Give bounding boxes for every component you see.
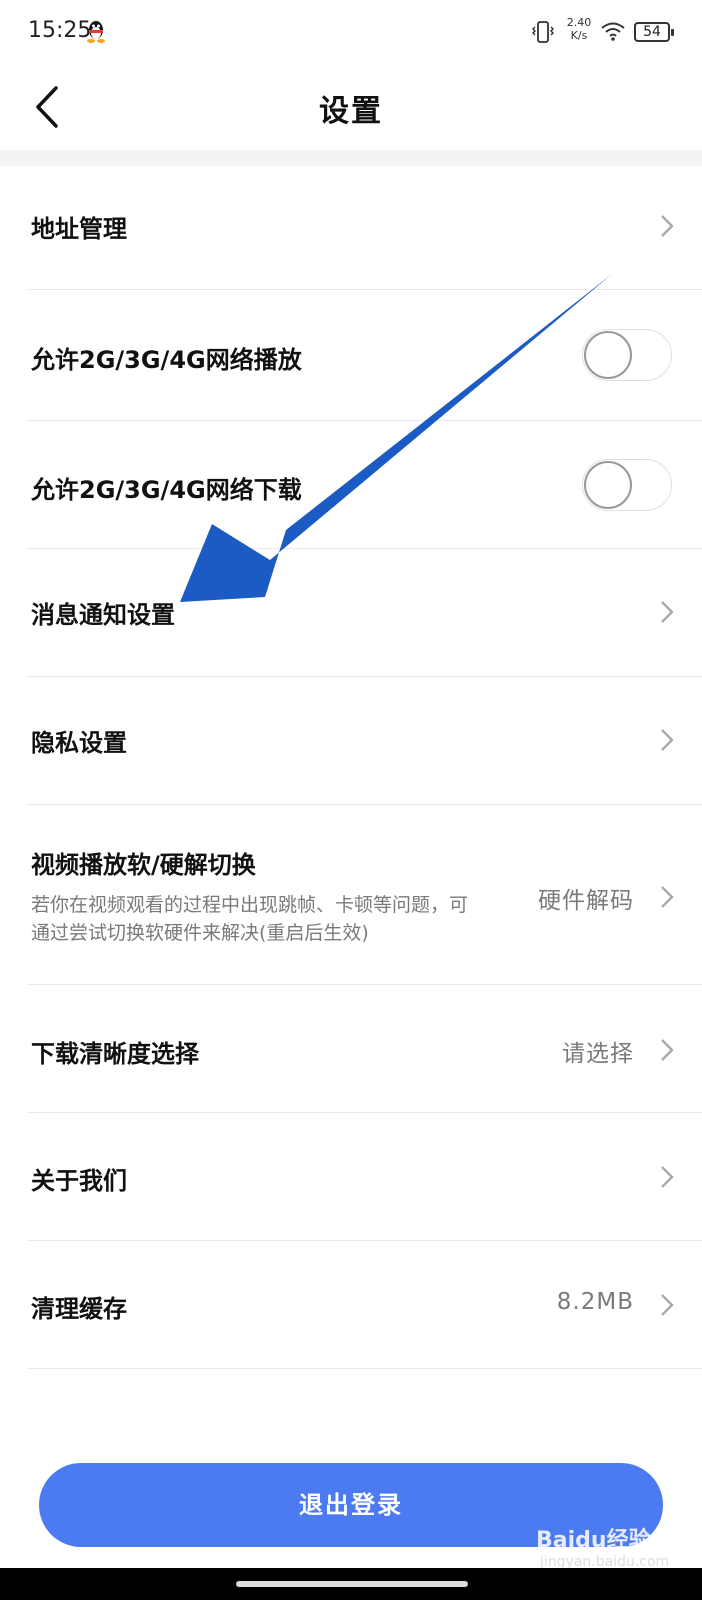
chevron-right-icon bbox=[661, 1166, 674, 1188]
privacy-settings-label: 隐私设置 bbox=[31, 729, 127, 757]
decode-mode-value: 硬件解码 bbox=[538, 888, 634, 914]
baidu-watermark-logo: Baidu经验 bbox=[536, 1528, 651, 1553]
status-bar: 15:25 2.40 K/s 54 bbox=[0, 0, 702, 64]
decode-switch-description: 若你在视频观看的过程中出现跳帧、卡顿等问题，可通过尝试切换软硬件来解决(重启后生… bbox=[31, 894, 469, 944]
chevron-right-icon bbox=[661, 1039, 674, 1061]
notification-settings-row[interactable]: 消息通知设置 bbox=[28, 549, 702, 677]
navigation-bar bbox=[0, 1568, 702, 1600]
network-speed-value: 2.40 bbox=[566, 16, 592, 29]
settings-list: 地址管理 允许2G/3G/4G网络播放 允许2G/3G/4G网络下载 消息通知设… bbox=[0, 166, 702, 1369]
mobile-network-download-label: 允许2G/3G/4G网络下载 bbox=[31, 476, 302, 504]
about-us-label: 关于我们 bbox=[31, 1167, 127, 1195]
clear-cache-row[interactable]: 清理缓存 8.2MB bbox=[28, 1241, 702, 1369]
status-time: 15:25 bbox=[28, 18, 92, 43]
header: 设置 bbox=[0, 64, 702, 150]
qq-penguin-icon bbox=[87, 21, 105, 43]
download-quality-row[interactable]: 下载清晰度选择 请选择 bbox=[28, 985, 702, 1113]
vibrate-icon bbox=[532, 21, 554, 43]
notification-settings-label: 消息通知设置 bbox=[31, 601, 175, 629]
decode-switch-row[interactable]: 视频播放软/硬解切换 若你在视频观看的过程中出现跳帧、卡顿等问题，可通过尝试切换… bbox=[28, 805, 702, 985]
toggle-knob bbox=[584, 331, 632, 379]
mobile-network-play-label: 允许2G/3G/4G网络播放 bbox=[31, 346, 302, 374]
privacy-settings-row[interactable]: 隐私设置 bbox=[28, 677, 702, 805]
page-title: 设置 bbox=[319, 94, 383, 129]
network-speed: 2.40 K/s bbox=[562, 16, 596, 42]
section-divider bbox=[0, 150, 702, 166]
chevron-right-icon bbox=[661, 1294, 674, 1316]
address-management-row[interactable]: 地址管理 bbox=[28, 166, 702, 290]
home-indicator[interactable] bbox=[236, 1581, 468, 1587]
mobile-network-play-row: 允许2G/3G/4G网络播放 bbox=[28, 290, 702, 421]
cache-size-value: 8.2MB bbox=[556, 1289, 634, 1315]
chevron-right-icon bbox=[661, 886, 674, 908]
mobile-network-download-row: 允许2G/3G/4G网络下载 bbox=[28, 421, 702, 549]
chevron-right-icon bbox=[661, 601, 674, 623]
download-quality-label: 下载清晰度选择 bbox=[31, 1040, 199, 1068]
toggle-knob bbox=[584, 461, 632, 509]
clear-cache-label: 清理缓存 bbox=[31, 1295, 127, 1323]
mobile-network-play-toggle[interactable] bbox=[582, 329, 672, 381]
chevron-right-icon bbox=[661, 729, 674, 751]
battery-indicator: 54 bbox=[634, 22, 674, 42]
chevron-right-icon bbox=[661, 215, 674, 237]
decode-switch-label: 视频播放软/硬解切换 bbox=[31, 851, 256, 879]
address-management-label: 地址管理 bbox=[31, 215, 127, 243]
about-us-row[interactable]: 关于我们 bbox=[28, 1113, 702, 1241]
mobile-network-download-toggle[interactable] bbox=[582, 459, 672, 511]
download-quality-value: 请选择 bbox=[562, 1041, 634, 1067]
wifi-icon bbox=[601, 22, 625, 41]
network-speed-unit: K/s bbox=[570, 29, 588, 42]
